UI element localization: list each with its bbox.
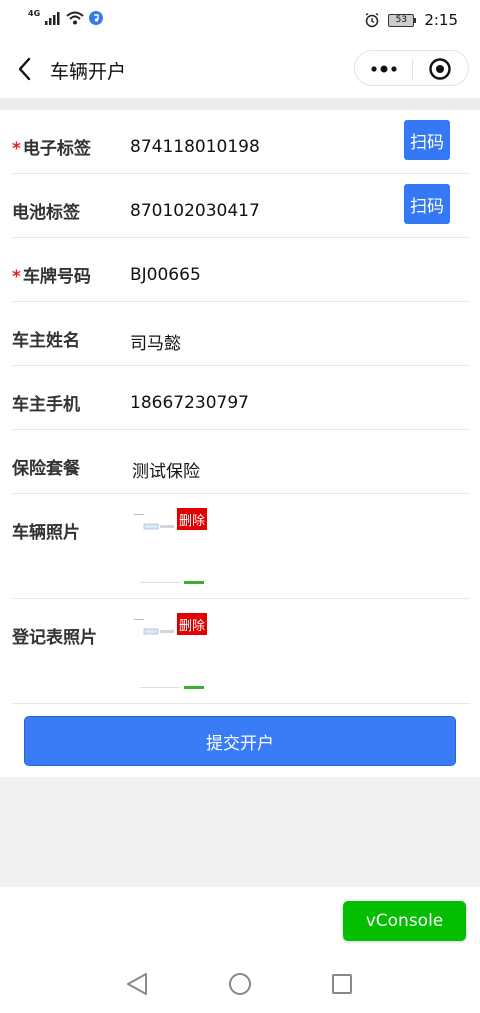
status-bar: 4G 53 2:15 xyxy=(0,0,480,40)
field-label: * 电子标签 xyxy=(12,134,91,159)
alarm-icon xyxy=(365,12,379,28)
form-row-owner-name: 车主姓名 司马懿 xyxy=(12,302,470,366)
nav-recents-icon[interactable] xyxy=(332,974,352,994)
signal-icon xyxy=(45,11,60,25)
submit-account-button[interactable]: 提交开户 xyxy=(24,716,456,766)
system-navigation-bar xyxy=(127,973,352,995)
form-row-vehicle-photo: 车辆照片 删除 xyxy=(12,494,470,599)
wifi-icon xyxy=(66,11,84,25)
required-mark: * xyxy=(12,139,21,159)
field-label: 车主手机 xyxy=(12,395,80,415)
nav-home-icon[interactable] xyxy=(229,973,251,995)
status-right: 53 2:15 xyxy=(364,11,458,29)
capsule-divider xyxy=(412,59,413,79)
battery-level: 53 xyxy=(388,13,415,27)
back-arrow-icon[interactable] xyxy=(14,56,38,82)
delete-registration-photo-button[interactable]: 删除 xyxy=(177,613,207,635)
close-miniprogram-icon[interactable] xyxy=(429,58,451,80)
header-divider-strip xyxy=(0,98,480,110)
bottom-area: vConsole xyxy=(0,887,480,1013)
owner-name-value[interactable]: 司马懿 xyxy=(130,329,181,354)
field-label: 登记表照片 xyxy=(12,628,97,648)
nav-bar: 车辆开户 xyxy=(0,40,480,98)
vconsole-button[interactable]: vConsole xyxy=(343,901,466,941)
battery-tag-value[interactable]: 870102030417 xyxy=(130,201,260,221)
field-label: 车辆照片 xyxy=(12,523,80,543)
form-row-insurance-plan: 保险套餐 测试保险 xyxy=(12,430,470,494)
field-label: * 车牌号码 xyxy=(12,262,91,287)
plate-number-value[interactable]: BJ00665 xyxy=(130,265,201,285)
form-row-registration-photo: 登记表照片 删除 xyxy=(12,599,470,704)
network-type: 4G xyxy=(28,8,41,18)
form-row-battery-tag: 电池标签 870102030417 扫码 xyxy=(12,174,470,238)
required-mark: * xyxy=(12,267,21,287)
field-label: 车主姓名 xyxy=(12,331,80,351)
field-label-text: 电子标签 xyxy=(22,139,91,159)
form-row-electronic-tag: * 电子标签 874118010198 扫码 xyxy=(12,110,470,174)
owner-phone-value[interactable]: 18667230797 xyxy=(130,393,249,413)
form-row-plate-number: * 车牌号码 BJ00665 xyxy=(12,238,470,302)
scan-electronic-tag-button[interactable]: 扫码 xyxy=(404,120,450,160)
music-app-icon xyxy=(89,11,104,25)
form-row-owner-phone: 车主手机 18667230797 xyxy=(12,366,470,430)
field-label-text: 车牌号码 xyxy=(22,267,91,287)
scan-battery-tag-button[interactable]: 扫码 xyxy=(404,184,450,224)
mini-program-capsule xyxy=(354,50,469,86)
account-form: * 电子标签 874118010198 扫码 电池标签 870102030417 … xyxy=(0,110,480,777)
clock-time: 2:15 xyxy=(424,11,458,29)
nav-back-icon[interactable] xyxy=(127,973,147,995)
empty-area xyxy=(0,777,480,887)
field-label: 保险套餐 xyxy=(12,459,80,479)
battery-icon: 53 xyxy=(388,13,417,27)
electronic-tag-value[interactable]: 874118010198 xyxy=(130,137,260,157)
more-menu-icon[interactable] xyxy=(371,65,397,73)
field-label: 电池标签 xyxy=(12,203,80,223)
status-left: 4G xyxy=(28,8,104,25)
delete-vehicle-photo-button[interactable]: 删除 xyxy=(177,508,207,530)
page-title: 车辆开户 xyxy=(50,61,127,83)
insurance-plan-value[interactable]: 测试保险 xyxy=(132,457,200,482)
